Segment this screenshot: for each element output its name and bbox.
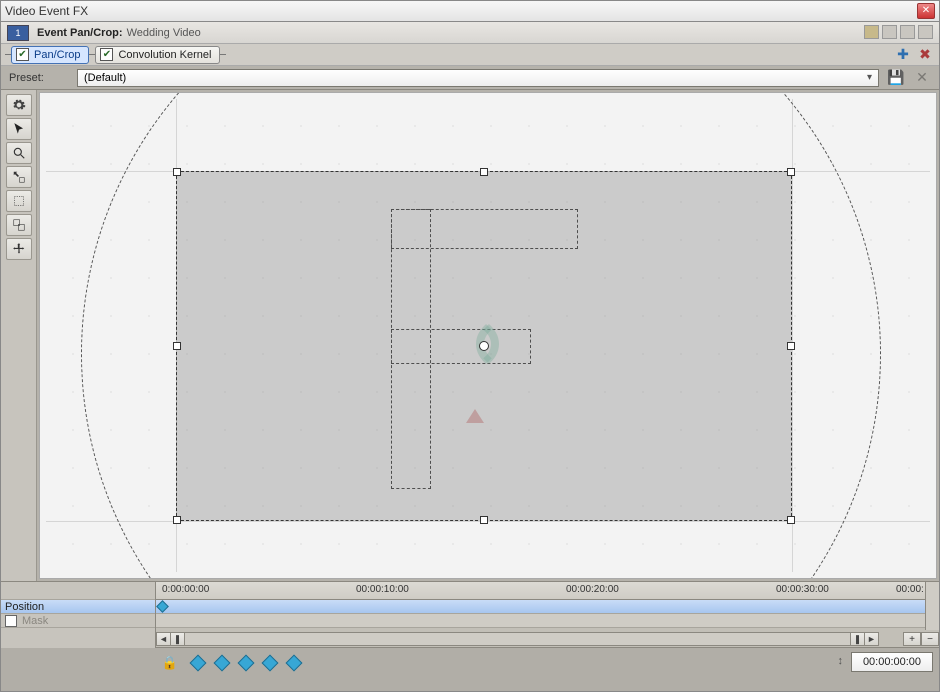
track-mask-checkbox[interactable] <box>5 615 17 627</box>
fx-tab-pancrop[interactable]: ✔ Pan/Crop <box>11 46 89 64</box>
handle-bot-right[interactable] <box>787 516 795 524</box>
track-spacer <box>1 582 155 600</box>
timeline-area: Position Mask 0:00:00:00 00:00:10:00 00:… <box>1 581 939 691</box>
close-button[interactable]: ✕ <box>917 3 935 19</box>
track-label: Mask <box>22 615 48 627</box>
magnifier-icon <box>12 146 26 160</box>
arrow-icon <box>12 122 26 136</box>
ruler-tick: 00:00:30:00 <box>776 584 829 595</box>
preset-label: Preset: <box>9 72 69 84</box>
handle-mid-right[interactable] <box>787 342 795 350</box>
header-view-icons <box>864 25 933 39</box>
remove-fx-icon[interactable]: ✖ <box>917 46 933 62</box>
keyframe-nav: 🔒 <box>156 652 939 674</box>
delete-preset-icon[interactable]: ✕ <box>913 69 931 87</box>
handle-bot-left[interactable] <box>173 516 181 524</box>
move-corner-icon <box>12 170 26 184</box>
handle-top-left[interactable] <box>173 168 181 176</box>
main-area <box>1 90 939 581</box>
track-label: Position <box>5 601 44 613</box>
window-body: 1 Event Pan/Crop: Wedding Video ✔ Pan/Cr… <box>0 22 940 692</box>
zoom-in-button[interactable]: + <box>903 632 921 646</box>
header-prefix: Event Pan/Crop: <box>37 27 123 39</box>
header-event-name: Wedding Video <box>127 27 201 39</box>
kf-next-icon[interactable] <box>262 655 279 672</box>
chain-connector <box>220 54 226 55</box>
kf-prev-icon[interactable] <box>214 655 231 672</box>
layout-icon-1[interactable] <box>864 25 879 39</box>
tool-zoom[interactable] <box>6 142 32 164</box>
handle-top-right[interactable] <box>787 168 795 176</box>
ruler-tick: 00:00: <box>896 584 924 595</box>
add-fx-icon[interactable]: ✚ <box>895 46 911 62</box>
time-readout[interactable]: 00:00:00:00 <box>851 652 933 672</box>
layout-icon-4[interactable] <box>918 25 933 39</box>
layout-icon-2[interactable] <box>882 25 897 39</box>
ruler-tick: 00:00:20:00 <box>566 584 619 595</box>
kf-last-icon[interactable] <box>286 655 303 672</box>
zoom-out-button[interactable]: − <box>921 632 939 646</box>
window-title: Video Event FX <box>5 4 88 18</box>
crop-rectangle[interactable] <box>176 171 792 521</box>
canvas[interactable] <box>39 92 937 579</box>
track-position[interactable]: Position <box>1 600 155 614</box>
preset-row: Preset: (Default) 💾 ✕ <box>1 66 939 90</box>
fx-tab-label: Convolution Kernel <box>118 49 211 61</box>
fx-enable-convolution[interactable]: ✔ <box>100 48 113 61</box>
layout-icon-3[interactable] <box>900 25 915 39</box>
timeline-row-position[interactable] <box>156 600 939 614</box>
center-handle[interactable] <box>479 341 489 351</box>
gear-icon <box>12 98 26 112</box>
track-labels: Position Mask <box>1 582 156 648</box>
preset-select[interactable]: (Default) <box>77 69 879 87</box>
fx-header: 1 Event Pan/Crop: Wedding Video <box>1 22 939 44</box>
track-mask[interactable]: Mask <box>1 614 155 628</box>
tool-move-freely[interactable] <box>6 166 32 188</box>
handle-mid-left[interactable] <box>173 342 181 350</box>
fx-enable-pancrop[interactable]: ✔ <box>16 48 29 61</box>
handle-top-mid[interactable] <box>480 168 488 176</box>
scroll-page-left-icon[interactable]: ❚ <box>171 633 185 645</box>
bounds-icon <box>12 194 26 208</box>
pan-icon <box>12 242 26 256</box>
fx-slot-badge: 1 <box>7 25 29 41</box>
keyframe[interactable] <box>156 600 169 613</box>
tool-pan[interactable] <box>6 238 32 260</box>
fx-tab-label: Pan/Crop <box>34 49 80 61</box>
tool-transform[interactable] <box>6 190 32 212</box>
resize-icon <box>12 218 26 232</box>
zoom-buttons: + − <box>903 632 939 646</box>
timeline-ruler[interactable]: 0:00:00:00 00:00:10:00 00:00:20:00 00:00… <box>156 582 939 600</box>
fx-tab-convolution[interactable]: ✔ Convolution Kernel <box>95 46 220 64</box>
scroll-track[interactable] <box>185 633 850 645</box>
titlebar: Video Event FX ✕ <box>0 0 940 22</box>
preset-value: (Default) <box>84 72 126 84</box>
tool-column <box>1 90 37 581</box>
ruler-tick: 00:00:10:00 <box>356 584 409 595</box>
fx-chain: ✔ Pan/Crop ✔ Convolution Kernel ✚ ✖ <box>1 44 939 66</box>
sync-cursor-icon[interactable]: ↕ <box>838 655 844 667</box>
kf-first-icon[interactable] <box>190 655 207 672</box>
ruler-tick: 0:00:00:00 <box>162 584 209 595</box>
save-preset-icon[interactable]: 💾 <box>887 69 905 87</box>
kf-add-icon[interactable] <box>238 655 255 672</box>
timeline-row-mask[interactable] <box>156 614 939 628</box>
scroll-right-icon[interactable]: ► <box>864 633 878 645</box>
handle-bot-mid[interactable] <box>480 516 488 524</box>
timeline-hscroll[interactable]: ◄ ❚ ❚ ► <box>156 632 879 646</box>
tool-resize[interactable] <box>6 214 32 236</box>
scroll-left-icon[interactable]: ◄ <box>157 633 171 645</box>
timeline-vscroll[interactable] <box>925 582 939 630</box>
scroll-page-right-icon[interactable]: ❚ <box>850 633 864 645</box>
lock-icon[interactable]: 🔒 <box>162 655 178 671</box>
tool-settings[interactable] <box>6 94 32 116</box>
tool-select[interactable] <box>6 118 32 140</box>
